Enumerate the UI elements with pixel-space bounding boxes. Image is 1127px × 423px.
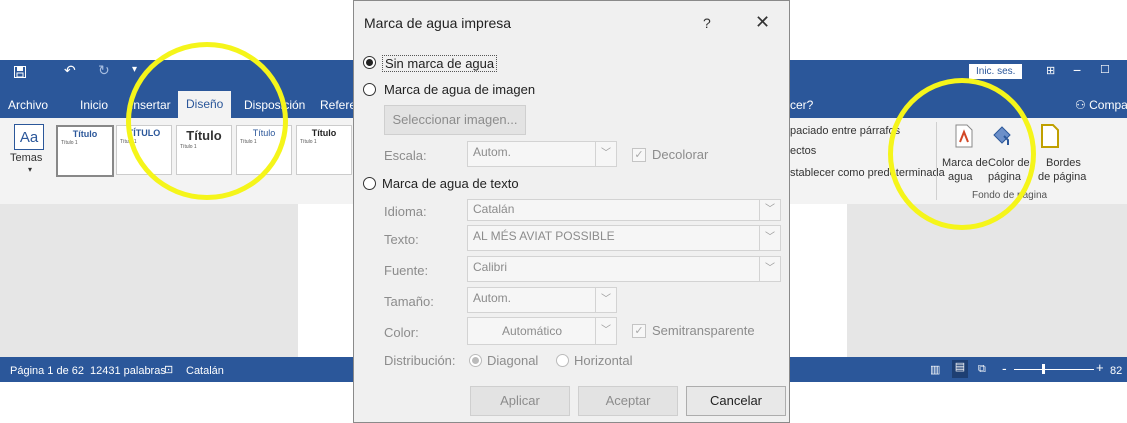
- text-watermark-radio[interactable]: [363, 177, 376, 190]
- person-icon: ⚇: [1075, 98, 1086, 112]
- close-icon[interactable]: ✕: [755, 12, 770, 33]
- customize-qa-icon[interactable]: ▾: [132, 64, 137, 75]
- layout-diagonal-dot: [472, 357, 479, 364]
- save-icon[interactable]: [14, 65, 26, 81]
- color-label: Color:: [384, 325, 419, 340]
- style-subtitle: Título 1: [61, 140, 78, 146]
- maximize-icon[interactable]: ☐: [1100, 63, 1110, 76]
- washout-checkbox[interactable]: ✓: [632, 148, 646, 162]
- themes-icon[interactable]: Aa: [14, 124, 44, 150]
- ribbon-display-icon[interactable]: ⊞: [1046, 64, 1055, 77]
- chevron-down-icon: ﹀: [759, 257, 780, 281]
- proofing-icon[interactable]: ⊡: [164, 363, 173, 376]
- style-set-1[interactable]: Título Título 1: [56, 125, 114, 177]
- font-value: Calibri: [473, 260, 508, 274]
- zoom-level[interactable]: 82: [1110, 365, 1122, 377]
- text-watermark-label[interactable]: Marca de agua de texto: [382, 176, 519, 191]
- no-watermark-label[interactable]: Sin marca de agua: [382, 55, 498, 72]
- style-title: Título: [72, 129, 98, 139]
- font-dropdown[interactable]: Calibri ﹀: [467, 256, 781, 282]
- highlight-circle-design-tab: [126, 42, 288, 200]
- scale-value: Autom.: [473, 145, 512, 159]
- washout-label: Decolorar: [652, 147, 709, 162]
- tell-me-search[interactable]: cer?: [790, 98, 813, 112]
- read-mode-icon[interactable]: ▥: [930, 363, 940, 376]
- share-button[interactable]: ⚇ Compar: [1075, 98, 1127, 112]
- document-page-right[interactable]: [787, 204, 847, 357]
- web-layout-icon[interactable]: ⧉: [978, 363, 986, 376]
- size-value: Autom.: [473, 291, 512, 305]
- layout-horizontal-radio[interactable]: [556, 354, 569, 367]
- zoom-slider-track[interactable]: [1014, 369, 1094, 370]
- size-label: Tamaño:: [384, 294, 434, 309]
- redo-icon[interactable]: ↻: [98, 62, 110, 79]
- sign-in-button[interactable]: Inic. ses.: [969, 64, 1023, 79]
- page-borders-icon[interactable]: [1040, 124, 1060, 151]
- scale-label: Escala:: [384, 148, 427, 163]
- no-watermark-radio[interactable]: [363, 56, 376, 69]
- color-dropdown[interactable]: Automático ﹀: [467, 317, 617, 345]
- style-title: Título: [311, 128, 337, 138]
- text-value: AL MÉS AVIAT POSSIBLE: [473, 229, 615, 243]
- layout-horizontal-label[interactable]: Horizontal: [574, 353, 633, 368]
- dialog-title: Marca de agua impresa: [364, 15, 512, 31]
- zoom-slider-thumb[interactable]: [1042, 364, 1045, 374]
- paragraph-spacing-button[interactable]: paciado entre párrafos: [790, 125, 900, 137]
- effects-button[interactable]: ectos: [790, 145, 816, 157]
- help-button[interactable]: ?: [703, 15, 711, 31]
- select-picture-button[interactable]: Seleccionar imagen...: [384, 105, 526, 135]
- zoom-out-button[interactable]: -: [1002, 360, 1007, 376]
- apply-button[interactable]: Aplicar: [470, 386, 570, 416]
- language-value: Catalán: [473, 202, 515, 216]
- font-label: Fuente:: [384, 263, 429, 278]
- picture-watermark-label[interactable]: Marca de agua de imagen: [384, 82, 535, 97]
- picture-watermark-radio[interactable]: [363, 83, 376, 96]
- semitransparent-label: Semitransparente: [652, 323, 755, 338]
- chevron-down-icon: ﹀: [595, 288, 616, 312]
- text-dropdown[interactable]: AL MÉS AVIAT POSSIBLE ﹀: [467, 225, 781, 251]
- minimize-icon[interactable]: −: [1073, 62, 1081, 78]
- themes-dropdown-icon[interactable]: ▾: [28, 165, 32, 174]
- document-page[interactable]: [298, 204, 358, 357]
- share-label: Compar: [1089, 98, 1127, 112]
- print-layout-icon[interactable]: ▤: [952, 360, 968, 378]
- watermark-dialog: Marca de agua impresa ? ✕ Sin marca de a…: [353, 0, 790, 423]
- size-dropdown[interactable]: Autom. ﹀: [467, 287, 617, 313]
- undo-icon[interactable]: ↶: [64, 62, 76, 79]
- style-set-5[interactable]: Título Título 1: [296, 125, 352, 175]
- tab-inicio[interactable]: Inicio: [80, 98, 108, 112]
- word-count[interactable]: 12431 palabras: [90, 365, 166, 377]
- layout-label: Distribución:: [384, 353, 456, 368]
- highlight-circle-watermark: [888, 78, 1036, 230]
- chevron-down-icon: ﹀: [759, 200, 780, 220]
- color-value: Automático: [501, 324, 563, 338]
- chevron-down-icon: ﹀: [595, 142, 616, 166]
- language-status[interactable]: Catalán: [186, 365, 224, 377]
- page-borders-label-1: Bordes: [1046, 157, 1081, 169]
- themes-label: Temas: [10, 152, 43, 164]
- zoom-in-button[interactable]: +: [1096, 360, 1104, 375]
- semitransparent-checkbox[interactable]: ✓: [632, 324, 646, 338]
- style-subtitle: Título 1: [300, 139, 317, 145]
- chevron-down-icon: ﹀: [595, 318, 616, 344]
- tab-archivo[interactable]: Archivo: [8, 98, 48, 112]
- text-label: Texto:: [384, 232, 419, 247]
- language-dropdown[interactable]: Catalán ﹀: [467, 199, 781, 221]
- page-count[interactable]: Página 1 de 62: [10, 365, 84, 377]
- language-label: Idioma:: [384, 204, 427, 219]
- layout-diagonal-label[interactable]: Diagonal: [487, 353, 538, 368]
- ok-button[interactable]: Aceptar: [578, 386, 678, 416]
- scale-dropdown[interactable]: Autom. ﹀: [467, 141, 617, 167]
- page-borders-label-2: de página: [1038, 171, 1087, 183]
- cancel-button[interactable]: Cancelar: [686, 386, 786, 416]
- chevron-down-icon: ﹀: [759, 226, 780, 250]
